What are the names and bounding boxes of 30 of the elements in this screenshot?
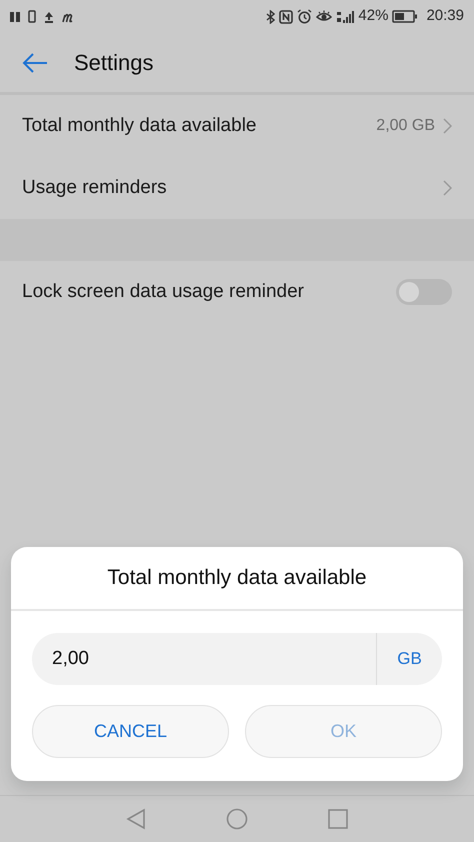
back-button[interactable] [22,52,48,74]
row-label: Usage reminders [22,176,168,200]
data-input-field[interactable]: 2,00 [32,633,376,685]
settings-row[interactable]: Lock screen data usage reminder [0,261,474,323]
battery-percentage: 42% [358,6,388,26]
back-nav-icon[interactable] [126,808,146,830]
phone-icon [28,10,36,23]
pause-icon [10,10,20,22]
recents-nav-icon[interactable] [328,809,348,829]
signal-icon [336,10,354,24]
screen-title: Settings [74,49,154,77]
chevron-right-icon [443,118,452,134]
alarm-icon [297,9,312,24]
chevron-right-icon [443,180,452,196]
nfc-icon [279,10,294,24]
battery-icon [392,10,418,23]
bluetooth-icon [266,10,276,24]
clock-time: 20:39 [426,6,464,26]
unit-label[interactable]: GB [376,633,442,685]
eye-icon [316,10,332,23]
toggle-switch[interactable] [396,279,452,305]
cancel-button[interactable]: CANCEL [32,705,229,758]
home-nav-icon[interactable] [226,808,248,830]
settings-row[interactable]: Usage reminders [0,157,474,219]
dialog-title: Total monthly data available [107,565,367,592]
row-label: Total monthly data available [22,114,258,138]
upload-icon [44,10,54,22]
settings-row[interactable]: Total monthly data available 2,00 GB [0,95,474,157]
row-value: 2,00 GB [376,116,435,136]
row-label: Lock screen data usage reminder [22,280,305,304]
